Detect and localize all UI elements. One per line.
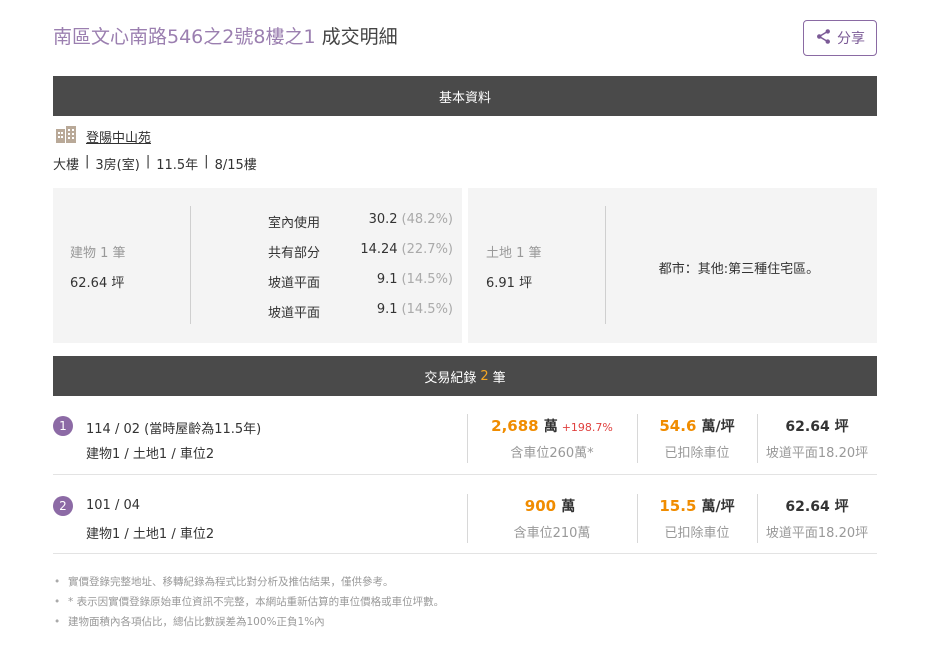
page-title: 南區文心南路546之2號8樓之1 成交明細 bbox=[53, 24, 398, 50]
spec-type: 大樓 bbox=[53, 158, 80, 173]
row-divider bbox=[53, 474, 877, 475]
building-row: 共有部分 14.24 (22.7%) bbox=[268, 242, 453, 261]
building-count: 建物 1 筆 bbox=[70, 246, 126, 261]
transactions-title-suffix: 筆 bbox=[492, 370, 506, 386]
building-row: 坡道平面 9.1 (14.5%) bbox=[268, 302, 453, 321]
spec-age: 11.5年 bbox=[156, 158, 199, 173]
spec-rooms: 3房(室) bbox=[95, 158, 140, 173]
area-cell: 62.64 坪 坡道平面18.20坪 bbox=[765, 499, 869, 541]
transaction-index: 2 bbox=[53, 496, 73, 516]
footnote: * 表示因實價登錄原始車位資訊不完整，本網站重新估算的車位價格或車位坪數。 bbox=[53, 592, 444, 612]
land-panel: 土地 1 筆 6.91 坪 都市：其他:第三種住宅區。 bbox=[468, 188, 877, 343]
share-icon bbox=[815, 28, 832, 49]
transaction-kinds: 建物1 / 土地1 / 車位2 bbox=[86, 527, 215, 542]
share-label: 分享 bbox=[837, 31, 865, 47]
building-row: 室內使用 30.2 (48.2%) bbox=[268, 212, 453, 231]
building-area: 62.64 坪 bbox=[70, 276, 125, 291]
row-divider bbox=[53, 553, 877, 554]
title-suffix: 成交明細 bbox=[321, 26, 398, 48]
price-cell: 2,688 萬 +198.7% 含車位260萬* bbox=[491, 417, 613, 461]
transactions-count: 2 bbox=[480, 368, 489, 384]
transaction-row[interactable]: 2 101 / 04 建物1 / 土地1 / 車位2 900 萬 含車位210萬… bbox=[53, 492, 877, 572]
building-row: 坡道平面 9.1 (14.5%) bbox=[268, 272, 453, 291]
transaction-row[interactable]: 1 114 / 02 (當時屋齡為11.5年) 建物1 / 土地1 / 車位2 … bbox=[53, 412, 877, 492]
footnotes: 實價登錄完整地址、移轉紀錄為程式比對分析及推估結果，僅供參考。 * 表示因實價登… bbox=[53, 572, 444, 632]
building-icon bbox=[55, 126, 77, 147]
spec-floor: 8/15樓 bbox=[214, 158, 257, 173]
area-cell: 62.64 坪 坡道平面18.20坪 bbox=[765, 419, 869, 461]
transaction-index: 1 bbox=[53, 416, 73, 436]
unit-price-cell: 54.6 萬/坪 已扣除車位 bbox=[659, 417, 735, 461]
land-area: 6.91 坪 bbox=[486, 276, 533, 291]
land-count: 土地 1 筆 bbox=[486, 246, 542, 261]
building-panel: 建物 1 筆 62.64 坪 室內使用 30.2 (48.2%) 共有部分 14.… bbox=[53, 188, 462, 343]
transaction-kinds: 建物1 / 土地1 / 車位2 bbox=[86, 447, 215, 462]
community-link[interactable]: 登陽中山苑 bbox=[86, 127, 151, 146]
address-text: 南區文心南路546之2號8樓之1 bbox=[53, 26, 316, 48]
zoning-text: 都市：其他:第三種住宅區。 bbox=[658, 262, 820, 277]
price-cell: 900 萬 含車位210萬 bbox=[513, 497, 591, 541]
transactions-header: 交易紀錄 2 筆 bbox=[53, 356, 877, 396]
transactions-title: 交易紀錄 bbox=[424, 370, 477, 386]
transaction-date: 101 / 04 bbox=[86, 498, 140, 513]
unit-price-cell: 15.5 萬/坪 已扣除車位 bbox=[659, 497, 735, 541]
panel-divider bbox=[190, 206, 191, 324]
price-change: +198.7% bbox=[561, 421, 613, 434]
footnote: 實價登錄完整地址、移轉紀錄為程式比對分析及推估結果，僅供參考。 bbox=[53, 572, 444, 592]
basic-info-header: 基本資料 bbox=[53, 76, 877, 116]
footnote: 建物面積內各項佔比，總佔比數誤差為100%正負1%內 bbox=[53, 612, 444, 632]
transaction-date: 114 / 02 (當時屋齡為11.5年) bbox=[86, 422, 262, 437]
property-specs: 大樓 | 3房(室) | 11.5年 | 8/15樓 bbox=[53, 154, 257, 173]
basic-info-title: 基本資料 bbox=[438, 90, 491, 106]
share-button[interactable]: 分享 bbox=[803, 20, 877, 56]
community-row: 登陽中山苑 bbox=[55, 126, 151, 147]
